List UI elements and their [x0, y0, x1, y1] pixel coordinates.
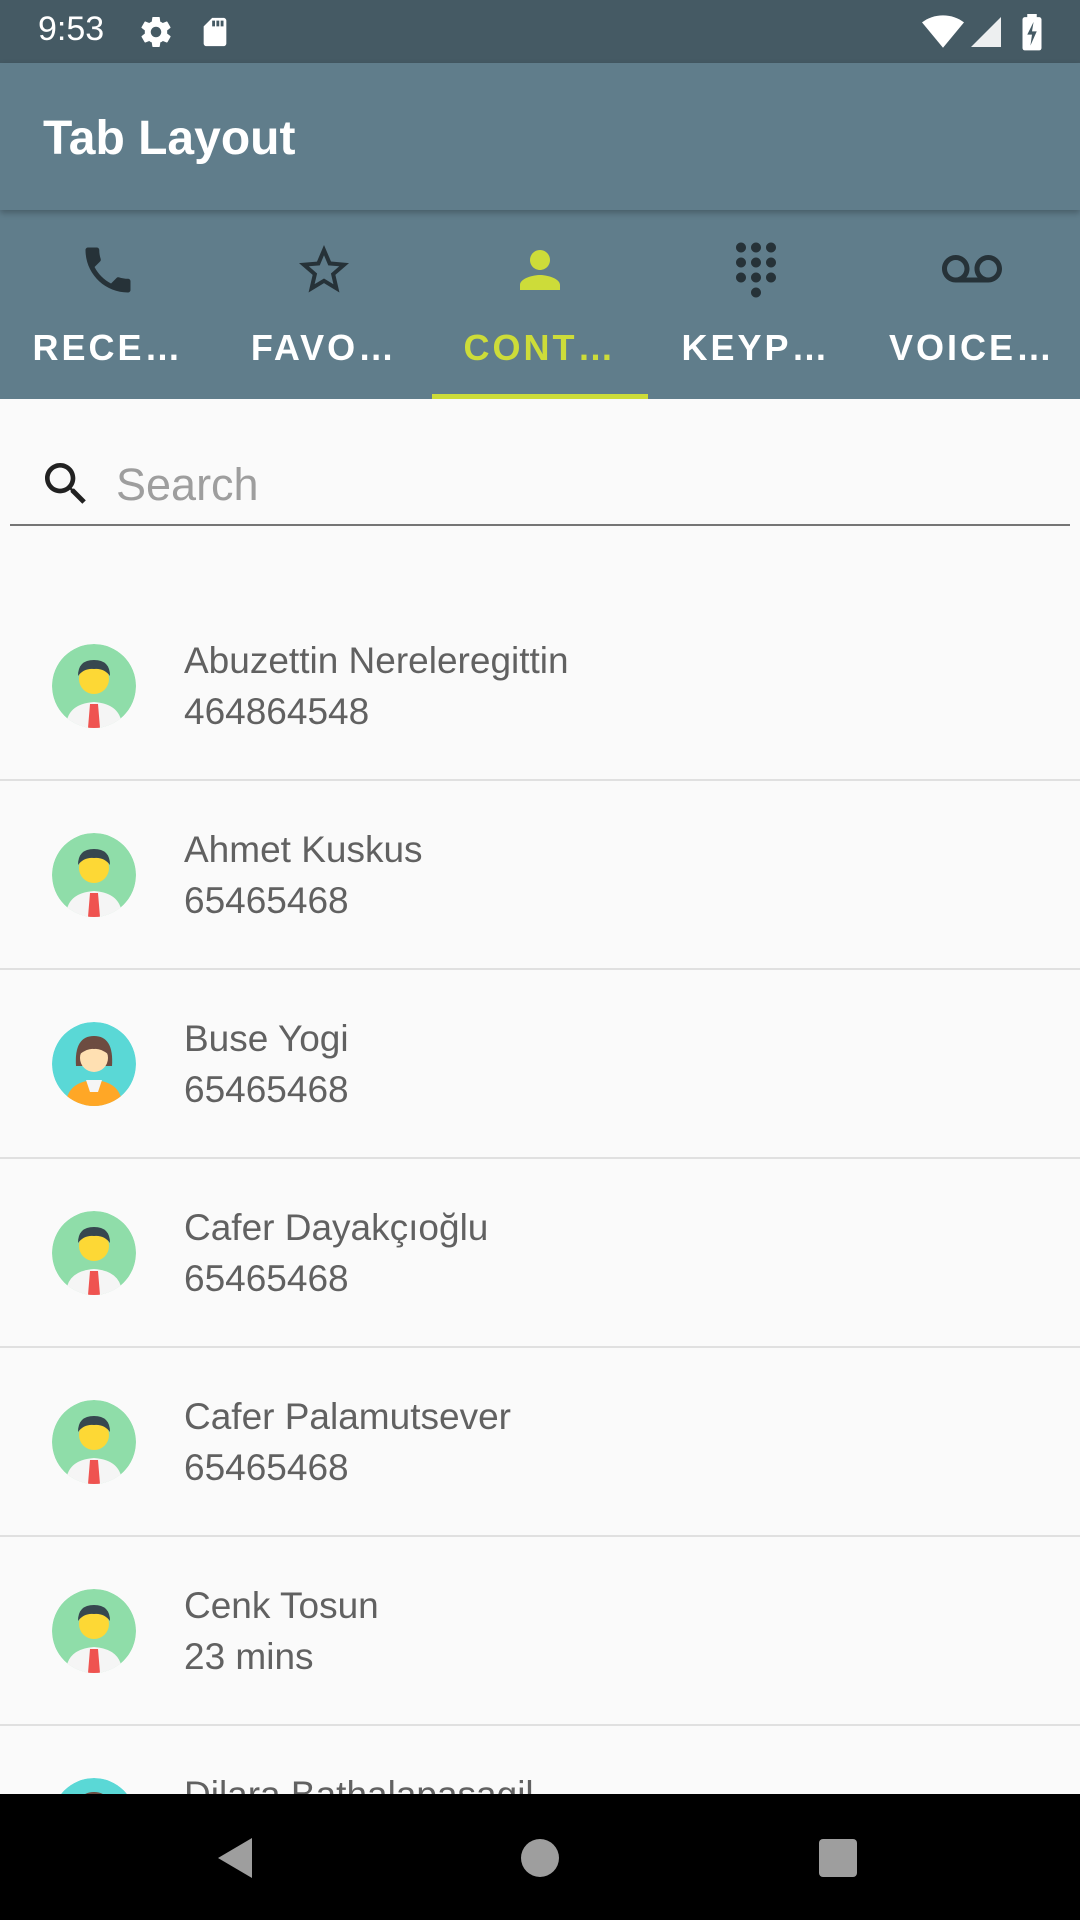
male-avatar — [52, 833, 136, 917]
contact-name: Buse Yogi — [184, 1018, 349, 1059]
list-item[interactable]: Buse Yogi 65465468 — [0, 970, 1080, 1159]
dialpad-icon — [736, 242, 776, 298]
male-avatar — [52, 1211, 136, 1295]
battery-charging-icon — [1022, 14, 1042, 51]
list-item[interactable]: Cafer Dayakçıoğlu 65465468 — [0, 1159, 1080, 1348]
gear-icon — [141, 17, 171, 47]
contact-number: 65465468 — [184, 1447, 349, 1488]
male-avatar — [52, 1400, 136, 1484]
contact-name: Ahmet Kuskus — [184, 829, 423, 870]
female-avatar — [52, 1022, 136, 1106]
status-bar: 9:53 — [0, 0, 1080, 63]
tab-label: RECE… — [32, 327, 184, 368]
male-avatar — [52, 644, 136, 728]
star-outline-icon — [299, 245, 349, 293]
contact-name: Cenk Tosun — [184, 1585, 379, 1626]
list-item[interactable]: Cafer Palamutsever 65465468 — [0, 1348, 1080, 1537]
navigation-bar — [0, 1794, 1080, 1920]
contact-number: 65465468 — [184, 1069, 349, 1110]
status-time: 9:53 — [38, 10, 105, 48]
tab-bar: RECE… FAVO… CONT… KEYP… VOICE… — [0, 210, 1080, 399]
tab-indicator — [432, 394, 648, 399]
tab-label: CONT… — [463, 327, 617, 368]
tab-voicemail[interactable]: VOICE… — [864, 210, 1080, 399]
phone-icon — [85, 247, 131, 293]
tab-label: FAVO… — [250, 327, 398, 368]
tab-label: KEYP… — [681, 327, 831, 368]
wifi-icon — [922, 15, 964, 48]
voicemail-icon — [942, 255, 1002, 283]
male-avatar — [52, 1589, 136, 1673]
signal-icon — [971, 17, 1001, 47]
contact-name: Abuzettin Nereleregittin — [184, 640, 569, 681]
contact-name: Cafer Dayakçıoğlu — [184, 1207, 489, 1248]
recents-icon[interactable] — [808, 1828, 868, 1888]
contact-number: 65465468 — [184, 880, 349, 921]
search-icon — [45, 463, 86, 504]
home-icon[interactable] — [510, 1828, 570, 1888]
sd-card-icon — [203, 17, 227, 47]
contact-list: Abuzettin Nereleregittin 464864548 Ahmet… — [0, 592, 1080, 1794]
tab-contacts[interactable]: CONT… — [432, 210, 648, 399]
contact-number: 23 mins — [184, 1636, 314, 1677]
tab-recents[interactable]: RECE… — [0, 210, 216, 399]
list-item[interactable]: Cenk Tosun 23 mins — [0, 1537, 1080, 1726]
list-item[interactable]: Ahmet Kuskus 65465468 — [0, 781, 1080, 970]
app-bar: Tab Layout — [0, 63, 1080, 210]
search-input[interactable] — [116, 454, 1016, 516]
back-icon[interactable] — [208, 1828, 268, 1888]
contact-number: 464864548 — [184, 691, 370, 732]
search-bar — [10, 450, 1070, 526]
person-icon — [520, 250, 560, 290]
list-item[interactable]: Abuzettin Nereleregittin 464864548 — [0, 592, 1080, 781]
tab-label: VOICE… — [888, 327, 1056, 368]
female-avatar — [52, 1778, 136, 1794]
app-title: Tab Layout — [43, 112, 296, 165]
tab-favorites[interactable]: FAVO… — [216, 210, 432, 399]
list-item[interactable]: Dilara Bathalapaşagil — [0, 1726, 1080, 1794]
contact-number: 65465468 — [184, 1258, 349, 1299]
tab-keypad[interactable]: KEYP… — [648, 210, 864, 399]
contact-name: Cafer Palamutsever — [184, 1396, 511, 1437]
contact-name: Dilara Bathalapaşagil — [184, 1774, 534, 1794]
